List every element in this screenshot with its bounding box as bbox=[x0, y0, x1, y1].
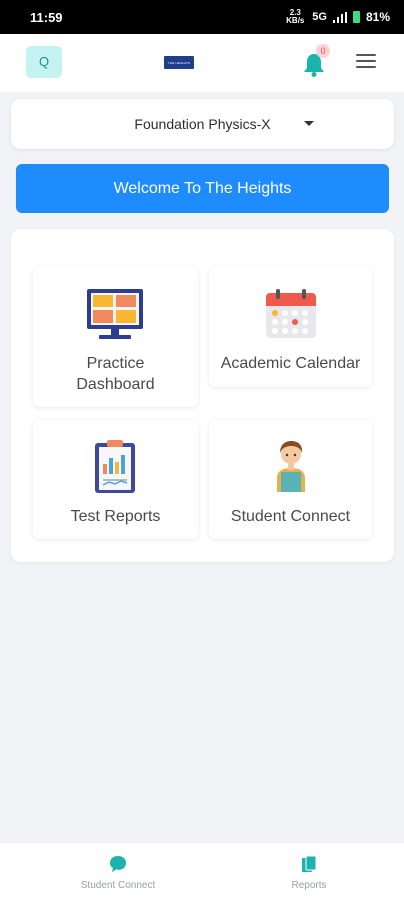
notification-badge: 0 bbox=[316, 44, 330, 58]
status-indicators: 2.3 KB/s 5G 81% bbox=[284, 9, 390, 25]
notifications-button[interactable]: 0 bbox=[302, 44, 330, 77]
status-time: 11:59 bbox=[30, 9, 63, 25]
data-speed: 2.3 KB/s bbox=[286, 9, 305, 25]
tile-label: Student Connect bbox=[230, 508, 351, 525]
tile-label: Practice Dashboard bbox=[76, 355, 155, 393]
battery-percent: 81% bbox=[365, 10, 390, 24]
documents-icon bbox=[302, 855, 317, 872]
course-dropdown-value: Foundation Physics-X bbox=[134, 116, 271, 132]
tile-label: Test Reports bbox=[70, 508, 161, 525]
welcome-banner: Welcome To The Heights bbox=[16, 164, 389, 213]
clipboard-report-icon bbox=[93, 438, 137, 499]
student-icon bbox=[269, 438, 313, 497]
feature-tiles-panel: Practice Dashboard Academic Calendar Tes… bbox=[11, 229, 394, 562]
battery-icon bbox=[352, 11, 360, 23]
nav-item-reports[interactable]: Reports bbox=[259, 855, 359, 891]
nav-label: Student Connect bbox=[80, 880, 156, 891]
bottom-nav: Student Connect Reports bbox=[0, 842, 404, 900]
tile-label: Academic Calendar bbox=[220, 355, 361, 372]
monitor-dashboard-icon bbox=[85, 287, 145, 346]
tile-test-reports[interactable]: Test Reports bbox=[33, 420, 198, 539]
chat-bubble-icon bbox=[110, 856, 126, 872]
avatar[interactable]: Q bbox=[26, 46, 62, 78]
tile-student-connect[interactable]: Student Connect bbox=[209, 420, 372, 539]
calendar-icon bbox=[265, 289, 317, 344]
tile-practice-dashboard[interactable]: Practice Dashboard bbox=[33, 267, 198, 407]
chevron-down-icon bbox=[304, 121, 314, 126]
nav-item-student-connect[interactable]: Student Connect bbox=[68, 855, 168, 891]
tile-academic-calendar[interactable]: Academic Calendar bbox=[209, 267, 372, 387]
course-dropdown[interactable]: Foundation Physics-X bbox=[11, 99, 394, 149]
status-bar: 11:59 2.3 KB/s 5G 81% bbox=[0, 0, 404, 34]
app-header: Q THE HEIGHTS 0 bbox=[0, 34, 404, 92]
hamburger-menu-icon[interactable] bbox=[356, 54, 376, 70]
brand-logo: THE HEIGHTS bbox=[164, 56, 194, 69]
network-type: 5G bbox=[312, 11, 327, 23]
nav-label: Reports bbox=[291, 880, 327, 891]
signal-icon bbox=[332, 11, 347, 23]
